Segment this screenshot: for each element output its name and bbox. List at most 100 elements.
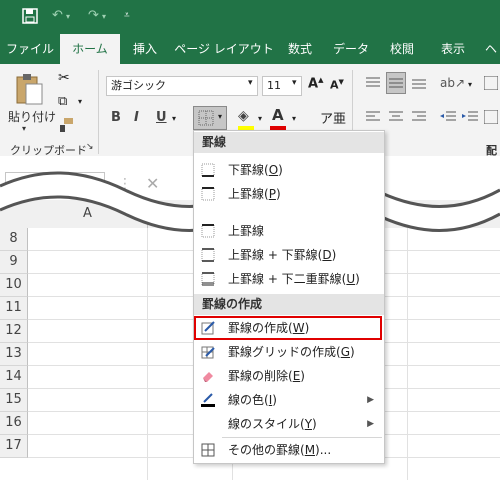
align-left-icon[interactable] [366,110,380,124]
menu-item-label-end: ) [350,345,355,359]
orientation-icon[interactable]: ab↗ [440,76,465,90]
paste-icon[interactable] [14,72,44,106]
menu-item-top-border-partial[interactable]: 上罫線 [194,219,384,243]
top-border-icon [201,224,215,238]
font-color-dropdown-icon[interactable]: ▾ [292,114,296,123]
font-color-button[interactable]: A [272,106,284,124]
paste-dropdown-icon[interactable]: ▾ [22,124,26,133]
increase-indent-icon[interactable] [462,110,478,124]
tab-page-layout[interactable]: ページ レイアウト [172,34,276,64]
row-header[interactable]: 13 [0,343,28,366]
menu-item-draw-border-grid[interactable]: 罫線グリッドの作成(G) [194,340,384,364]
align-top-icon[interactable] [366,76,380,90]
border-dropdown-menu: 罫線 下罫線(O) 上罫線(P) 上罫線 上罫線 + 下罫線(D) 上罫線 + … [193,130,385,464]
row-header[interactable]: 16 [0,412,28,435]
menu-item-label: 上罫線 + 下罫線( [228,248,323,262]
tab-review[interactable]: 校閲 [380,34,424,64]
menu-item-label: 上罫線( [228,187,269,201]
menu-item-bottom-border[interactable]: 下罫線(O) [194,158,384,182]
row-header[interactable]: 17 [0,435,28,458]
menu-item-top-bottom-border[interactable]: 上罫線 + 下罫線(D) [194,243,384,267]
tab-home[interactable]: ホーム [60,34,120,64]
clipboard-launcher-icon[interactable]: ↘ [86,142,94,152]
align-center-icon[interactable] [389,110,403,124]
orientation-dropdown-icon[interactable]: ▾ [468,80,472,89]
more-borders-icon [201,443,215,457]
bold-button[interactable]: B [111,110,121,125]
ribbon-tabs: ファイル ホーム 挿入 ページ レイアウト 数式 データ 校閲 表示 ヘ [0,34,500,64]
tab-data[interactable]: データ [326,34,376,64]
copy-dropdown-icon[interactable]: ▾ [78,97,82,106]
underline-button[interactable]: U [156,110,167,125]
menu-item-label: 罫線の削除( [228,369,293,383]
tab-view[interactable]: 表示 [428,34,478,64]
menu-item-more-borders[interactable]: その他の罫線(M)... [194,438,384,462]
wrap-text-icon[interactable] [483,75,499,91]
font-size-dropdown-icon[interactable]: ▾ [292,78,297,88]
menu-item-line-style[interactable]: 線のスタイル(Y) ▶ [194,412,384,436]
tab-insert[interactable]: 挿入 [120,34,170,64]
grid-line [407,228,408,480]
redo-dropdown-icon[interactable]: ▾ [102,12,106,21]
menu-item-top-border[interactable]: 上罫線(P) [194,182,384,206]
top-bottom-border-icon [201,248,215,262]
menu-section-draw-borders: 罫線の作成 [194,294,384,315]
menu-item-label-end: ) [278,163,283,177]
font-name-dropdown-icon[interactable]: ▾ [248,78,253,88]
menu-item-label: 上罫線 [228,224,265,238]
submenu-arrow-icon: ▶ [367,419,374,429]
row-header[interactable]: 15 [0,389,28,412]
phonetic-icon[interactable]: ア亜 [320,108,346,127]
menu-item-label-end: ) [312,417,317,431]
highlight-frame [194,316,382,340]
access-key: M [304,443,316,457]
save-icon[interactable] [22,8,38,28]
menu-item-label-end: ) [300,369,305,383]
fill-color-dropdown-icon[interactable]: ▾ [258,114,262,123]
undo-icon[interactable]: ↶ [52,8,63,23]
fill-color-icon[interactable]: ◈ [238,108,249,124]
row-header[interactable]: 10 [0,274,28,297]
menu-item-top-double-bottom-border[interactable]: 上罫線 + 下二重罫線(U) [194,267,384,291]
row-header[interactable]: 11 [0,297,28,320]
align-right-icon[interactable] [412,110,426,124]
tab-more[interactable]: ヘ [482,34,500,64]
menu-item-label-end: ) [355,272,360,286]
menu-item-label: 線のスタイル( [228,417,305,431]
redo-icon[interactable]: ↷ [88,8,99,23]
menu-section-borders: 罫線 [194,132,384,153]
access-key: Y [304,417,313,431]
decrease-font-icon[interactable]: A▼ [330,78,344,92]
customize-icon[interactable]: ⩡ [124,10,130,21]
tab-file[interactable]: ファイル [0,34,60,64]
line-color-icon [201,393,215,407]
menu-item-erase-border[interactable]: 罫線の削除(E) [194,364,384,388]
font-name-select[interactable]: 游ゴシック [106,76,258,96]
align-bottom-icon[interactable] [412,76,426,90]
underline-dropdown-icon[interactable]: ▾ [172,114,176,123]
cut-icon[interactable]: ✂ [58,70,70,86]
copy-icon[interactable]: ⧉ [58,94,67,109]
paste-button[interactable]: 貼り付け [8,108,56,125]
row-header[interactable]: 12 [0,320,28,343]
align-middle-icon[interactable] [386,72,406,94]
row-header[interactable]: 14 [0,366,28,389]
format-painter-icon[interactable] [58,118,74,132]
menu-item-label-end: ) [331,248,337,262]
top-double-bottom-border-icon [201,272,215,286]
undo-dropdown-icon[interactable]: ▾ [66,12,70,21]
menu-item-label: 上罫線 + 下二重罫線( [228,272,347,286]
row-header[interactable]: 9 [0,251,28,274]
increase-font-icon[interactable]: A▲ [308,76,323,91]
tab-formulas[interactable]: 数式 [278,34,322,64]
decrease-indent-icon[interactable] [440,110,456,124]
border-dropdown-icon: ▾ [218,112,223,121]
menu-item-line-color[interactable]: 線の色(I) ▶ [194,388,384,412]
merge-center-icon[interactable] [483,109,499,125]
access-key: O [268,163,279,177]
italic-button[interactable]: I [134,110,139,125]
submenu-arrow-icon: ▶ [367,395,374,405]
eraser-icon [203,372,213,382]
border-button[interactable]: ▾ [193,106,227,130]
menu-item-label: 下罫線( [228,163,269,177]
